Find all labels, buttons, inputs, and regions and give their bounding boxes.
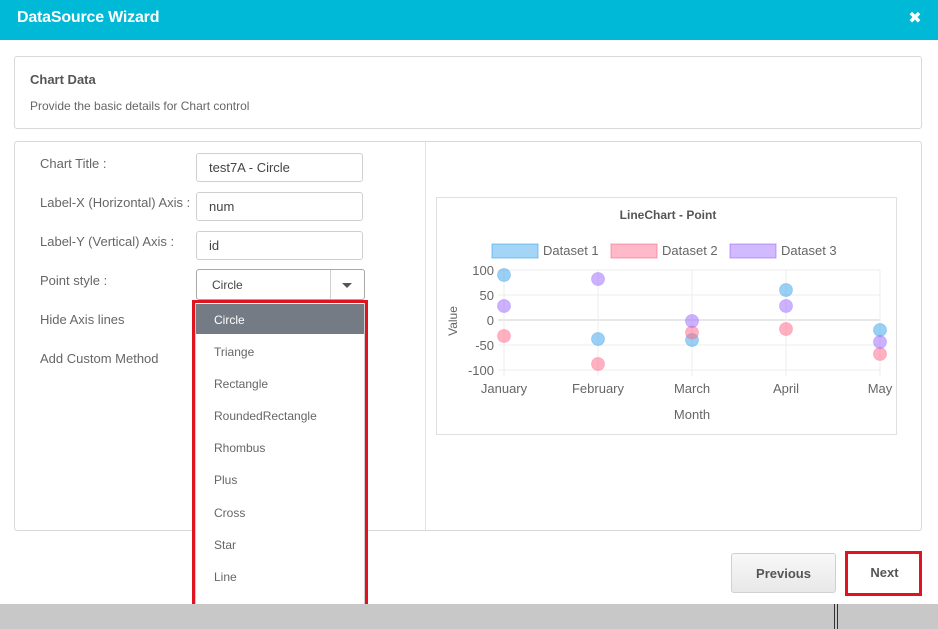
- legend-label-2: Dataset 2: [662, 243, 718, 258]
- point-series2-4: [873, 347, 887, 361]
- dropdown-option-triange[interactable]: Triange: [196, 336, 364, 366]
- dialog-titlebar: DataSource Wizard ✖: [0, 0, 938, 40]
- point-series3-3: [779, 299, 793, 313]
- chart-preview: LineChart - Point Dataset 1 Dataset 2 Data…: [436, 197, 897, 435]
- chart-legend: Dataset 1 Dataset 2 Dataset 3: [491, 243, 837, 259]
- point-series3-1: [591, 272, 605, 286]
- y-tick-label-4: -100: [468, 363, 494, 378]
- point-style-select[interactable]: Circle: [196, 269, 365, 300]
- point-series2-1: [591, 357, 605, 371]
- chart-y-ticks: 100 50 0 -50 -100: [468, 263, 494, 378]
- section-title: Chart Data: [30, 72, 96, 87]
- chart-title-label: Chart Title :: [40, 156, 107, 171]
- chart-x-ticks: January February March April May: [481, 381, 893, 396]
- point-style-selected-value: Circle: [212, 278, 243, 292]
- point-series1-0: [497, 268, 511, 282]
- dropdown-option-rounded-rectangle[interactable]: RoundedRectangle: [196, 400, 364, 430]
- dropdown-option-rectangle[interactable]: Rectangle: [196, 368, 364, 398]
- chevron-down-icon[interactable]: [342, 283, 352, 288]
- point-style-dropdown: Circle Triange Rectangle RoundedRectangl…: [195, 302, 365, 627]
- add-custom-method-label: Add Custom Method: [40, 351, 159, 366]
- dropdown-option-plus[interactable]: Plus: [196, 464, 364, 494]
- dropdown-option-star[interactable]: Star: [196, 529, 364, 559]
- y-axis-input[interactable]: id: [196, 231, 363, 260]
- dropdown-option-line[interactable]: Line: [196, 561, 364, 591]
- point-series2-3: [779, 322, 793, 336]
- hide-axis-lines-label: Hide Axis lines: [40, 312, 125, 327]
- x-tick-label-4: May: [868, 381, 893, 396]
- point-series3-4: [873, 335, 887, 349]
- select-separator: [330, 270, 331, 299]
- legend-swatch-3: [729, 243, 777, 259]
- y-axis-label: Label-Y (Vertical) Axis :: [40, 234, 175, 249]
- dropdown-option-cross[interactable]: Cross: [196, 497, 364, 527]
- chart-title-input[interactable]: test7A - Circle: [196, 153, 363, 182]
- chart-y-axis-label: Value: [446, 306, 460, 336]
- x-tick-label-2: March: [674, 381, 710, 396]
- point-series1-1: [591, 332, 605, 346]
- x-tick-label-3: April: [773, 381, 799, 396]
- footer-strip: [0, 604, 938, 629]
- chart-title: LineChart - Point: [620, 208, 717, 222]
- y-tick-label-3: -50: [475, 338, 494, 353]
- previous-button[interactable]: Previous: [731, 553, 836, 593]
- chart-x-axis-label: Month: [674, 407, 710, 422]
- chart-svg: LineChart - Point Dataset 1 Dataset 2 Data…: [446, 208, 893, 422]
- legend-swatch-2: [610, 243, 658, 259]
- y-tick-label-2: 0: [487, 313, 494, 328]
- legend-label-1: Dataset 1: [543, 243, 599, 258]
- y-tick-label-1: 50: [480, 288, 494, 303]
- dialog-title: DataSource Wizard: [17, 9, 160, 26]
- point-series1-3: [779, 283, 793, 297]
- section-description: Provide the basic details for Chart cont…: [30, 99, 250, 113]
- point-series1-4: [873, 323, 887, 337]
- next-button[interactable]: Next: [848, 553, 921, 593]
- panel-divider: [425, 142, 426, 530]
- footer-divider: [834, 604, 838, 629]
- point-series3-2: [685, 314, 699, 328]
- close-icon[interactable]: ✖: [907, 10, 923, 28]
- x-axis-input[interactable]: num: [196, 192, 363, 221]
- section-header-panel: Chart Data Provide the basic details for…: [14, 56, 922, 129]
- x-tick-label-1: February: [572, 381, 625, 396]
- x-axis-label: Label-X (Horizontal) Axis :: [40, 195, 191, 210]
- dropdown-option-rhombus[interactable]: Rhombus: [196, 432, 364, 462]
- legend-swatch-1: [491, 243, 539, 259]
- x-tick-label-0: January: [481, 381, 528, 396]
- legend-label-3: Dataset 3: [781, 243, 837, 258]
- point-series2-0: [497, 329, 511, 343]
- y-tick-label-0: 100: [472, 263, 494, 278]
- point-series3-0: [497, 299, 511, 313]
- dropdown-option-circle[interactable]: Circle: [196, 304, 364, 334]
- point-style-label: Point style :: [40, 273, 108, 288]
